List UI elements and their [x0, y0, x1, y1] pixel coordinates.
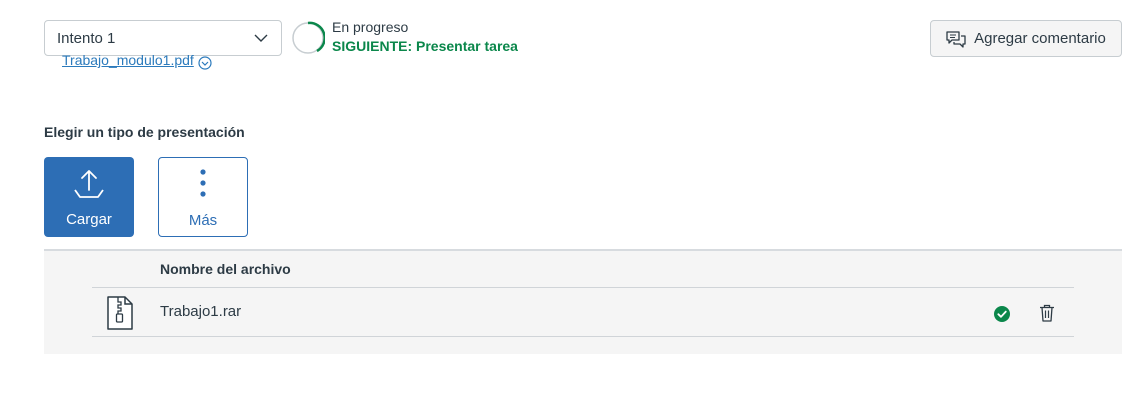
download-icon — [198, 56, 212, 70]
add-comment-label: Agregar comentario — [974, 30, 1106, 47]
zip-file-icon — [107, 296, 133, 330]
trash-icon[interactable] — [1039, 304, 1055, 322]
add-comment-button[interactable]: Agregar comentario — [930, 20, 1122, 57]
upload-option-label: Cargar — [66, 211, 112, 228]
file-name-column-header: Nombre del archivo — [160, 261, 291, 277]
more-option-label: Más — [188, 212, 218, 229]
more-option-button[interactable]: Más — [158, 157, 248, 237]
attempt-select[interactable]: Intento 1 — [44, 20, 282, 56]
progress-indicator: En progreso SIGUIENTE: Presentar tarea — [291, 18, 518, 56]
check-circle-icon — [994, 306, 1010, 322]
table-divider — [92, 287, 1074, 288]
upload-option-button[interactable]: Cargar — [44, 157, 134, 237]
file-name-cell: Trabajo1.rar — [160, 303, 242, 320]
upload-icon — [74, 170, 104, 198]
progress-ring-icon — [292, 21, 325, 54]
table-divider — [92, 336, 1074, 337]
comment-icon — [946, 30, 966, 48]
attempt-select-value: Intento 1 — [57, 29, 116, 47]
previous-file-link[interactable]: Trabajo_modulo1.pdf — [62, 52, 212, 70]
chevron-down-icon — [254, 34, 268, 42]
progress-status: En progreso — [332, 19, 409, 35]
more-vertical-icon — [200, 169, 206, 197]
files-table: Nombre del archivo Trabajo1.rar — [44, 249, 1122, 354]
submission-type-heading: Elegir un tipo de presentación — [44, 124, 245, 140]
previous-file-name: Trabajo_modulo1.pdf — [62, 52, 194, 68]
next-step-text: SIGUIENTE: Presentar tarea — [332, 38, 518, 54]
